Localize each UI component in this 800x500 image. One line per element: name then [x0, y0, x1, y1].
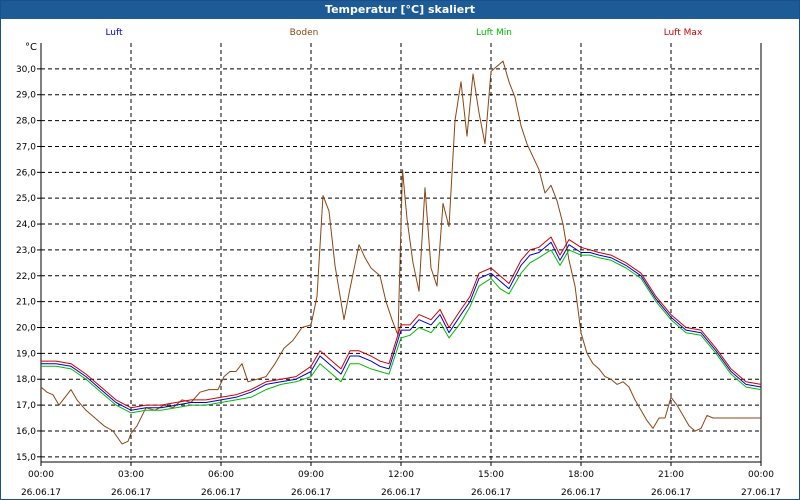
x-tick-date: 26.06.17 — [651, 488, 691, 498]
legend-entry-boden: Boden — [290, 28, 319, 38]
x-tick-date: 26.06.17 — [471, 488, 511, 498]
x-tick-time: 12:00 — [388, 470, 414, 480]
y-axis-unit: °C — [25, 42, 37, 53]
title-bar: Temperatur [°C] skaliert — [1, 1, 799, 19]
x-tick-date: 26.06.17 — [561, 488, 601, 498]
chart-window: Temperatur [°C] skaliert 15,0 16,0 17,0 18,… — [0, 0, 800, 500]
y-tick-label: 16,0 — [16, 427, 36, 437]
y-tick-label: 27,0 — [16, 142, 36, 152]
legend-entry-luft: Luft — [105, 28, 123, 38]
x-tick-date: 27.06.17 — [741, 488, 781, 498]
y-tick-label: 22,0 — [16, 272, 36, 282]
legend: Luft Boden Luft Min Luft Max — [105, 28, 703, 38]
y-tick-label: 20,0 — [16, 324, 36, 334]
y-tick-label: 25,0 — [16, 194, 36, 204]
x-tick-time: 06:00 — [208, 470, 234, 480]
chart-title: Temperatur [°C] skaliert — [325, 3, 475, 16]
y-tick-label: 15,0 — [16, 453, 36, 463]
x-tick-time: 09:00 — [298, 470, 324, 480]
x-tick-time: 03:00 — [118, 470, 144, 480]
y-tick-label: 19,0 — [16, 349, 36, 359]
x-tick-time: 15:00 — [478, 470, 504, 480]
x-tick-date: 26.06.17 — [381, 488, 421, 498]
x-tick-date: 26.06.17 — [201, 488, 241, 498]
y-tick-label: 23,0 — [16, 246, 36, 256]
grid — [41, 43, 761, 462]
legend-entry-luft-min: Luft Min — [476, 28, 512, 38]
x-tick-date: 26.06.17 — [21, 488, 61, 498]
y-tick-label: 28,0 — [16, 117, 36, 127]
y-tick-label: 29,0 — [16, 91, 36, 101]
x-tick-time: 21:00 — [658, 470, 684, 480]
x-tick-date: 26.06.17 — [111, 488, 151, 498]
y-tick-label: 26,0 — [16, 168, 36, 178]
y-tick-label: 24,0 — [16, 220, 36, 230]
temperature-chart: 15,0 16,0 17,0 18,0 19,0 20,0 21,0 22,0 23,0 24,0… — [16, 28, 781, 498]
x-tick-time: 18:00 — [568, 470, 594, 480]
x-tick-time: 00:00 — [748, 470, 774, 480]
y-tick-label: 18,0 — [16, 375, 36, 385]
y-tick-label: 30,0 — [16, 65, 36, 75]
x-tick-time: 00:00 — [28, 470, 54, 480]
x-tick-date: 26.06.17 — [291, 488, 331, 498]
legend-entry-luft-max: Luft Max — [664, 28, 703, 38]
y-tick-label: 17,0 — [16, 401, 36, 411]
y-tick-label: 21,0 — [16, 298, 36, 308]
